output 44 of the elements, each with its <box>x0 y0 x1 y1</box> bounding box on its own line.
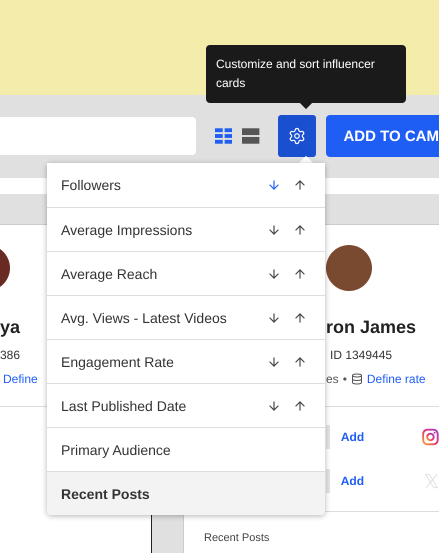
influencer-id: 386 <box>0 348 22 362</box>
sort-ascending-icon[interactable] <box>293 222 307 236</box>
tooltip: Customize and sort influencer cards <box>206 45 406 103</box>
menu-item[interactable]: Last Published Date <box>47 383 325 427</box>
sort-ascending-icon[interactable] <box>293 398 307 412</box>
avatar-picture <box>326 245 372 291</box>
add-link[interactable]: Add <box>340 430 364 444</box>
input-field[interactable] <box>326 469 330 493</box>
sort-descending-icon[interactable] <box>267 354 281 368</box>
influencer-id: ID 1349445 <box>330 348 394 362</box>
search-field[interactable] <box>0 117 196 155</box>
sort-ascending-icon[interactable] <box>293 354 307 368</box>
sort-descending-icon[interactable] <box>267 178 281 192</box>
influencer-name: ron James <box>326 317 416 338</box>
sort-ascending-icon[interactable] <box>293 266 307 280</box>
sort-descending-icon[interactable] <box>267 398 281 412</box>
menu-item[interactable]: Average Reach <box>47 251 325 295</box>
sort-ascending-icon[interactable] <box>293 310 307 324</box>
x-logo-icon <box>424 471 439 491</box>
settings-button[interactable] <box>278 115 316 157</box>
settings-icon <box>288 127 306 145</box>
meta-text: es <box>326 372 339 386</box>
menu-item[interactable]: Avg. Views - Latest Videos <box>47 295 325 339</box>
grid-view-icon[interactable] <box>215 128 232 144</box>
sort-ascending-icon[interactable] <box>293 178 307 192</box>
menu-item[interactable]: Average Impressions <box>47 207 325 251</box>
input-field[interactable] <box>326 425 330 449</box>
menu-item[interactable]: Recent Posts <box>47 471 325 515</box>
section-title: Recent Posts <box>204 532 270 544</box>
sort-descending-icon[interactable] <box>267 310 281 324</box>
database-icon <box>350 373 363 385</box>
influencer-name: ya <box>0 317 20 338</box>
menu-item[interactable]: Followers <box>47 163 325 207</box>
list-view-icon[interactable] <box>242 128 260 144</box>
define-rate-link[interactable]: Define <box>3 372 38 386</box>
menu-item[interactable]: Primary Audience <box>47 427 325 471</box>
add-link[interactable]: Add <box>340 474 364 488</box>
camera-logo-icon <box>422 426 439 448</box>
define-rate-link[interactable]: Define rate <box>366 372 426 386</box>
separator-dot: • <box>342 372 347 386</box>
sort-descending-icon[interactable] <box>267 266 281 280</box>
menu-item[interactable]: Engagement Rate <box>47 339 325 383</box>
sort-descending-icon[interactable] <box>267 222 281 236</box>
add-to-campaign-button[interactable]: ADD TO CAM <box>326 115 439 157</box>
